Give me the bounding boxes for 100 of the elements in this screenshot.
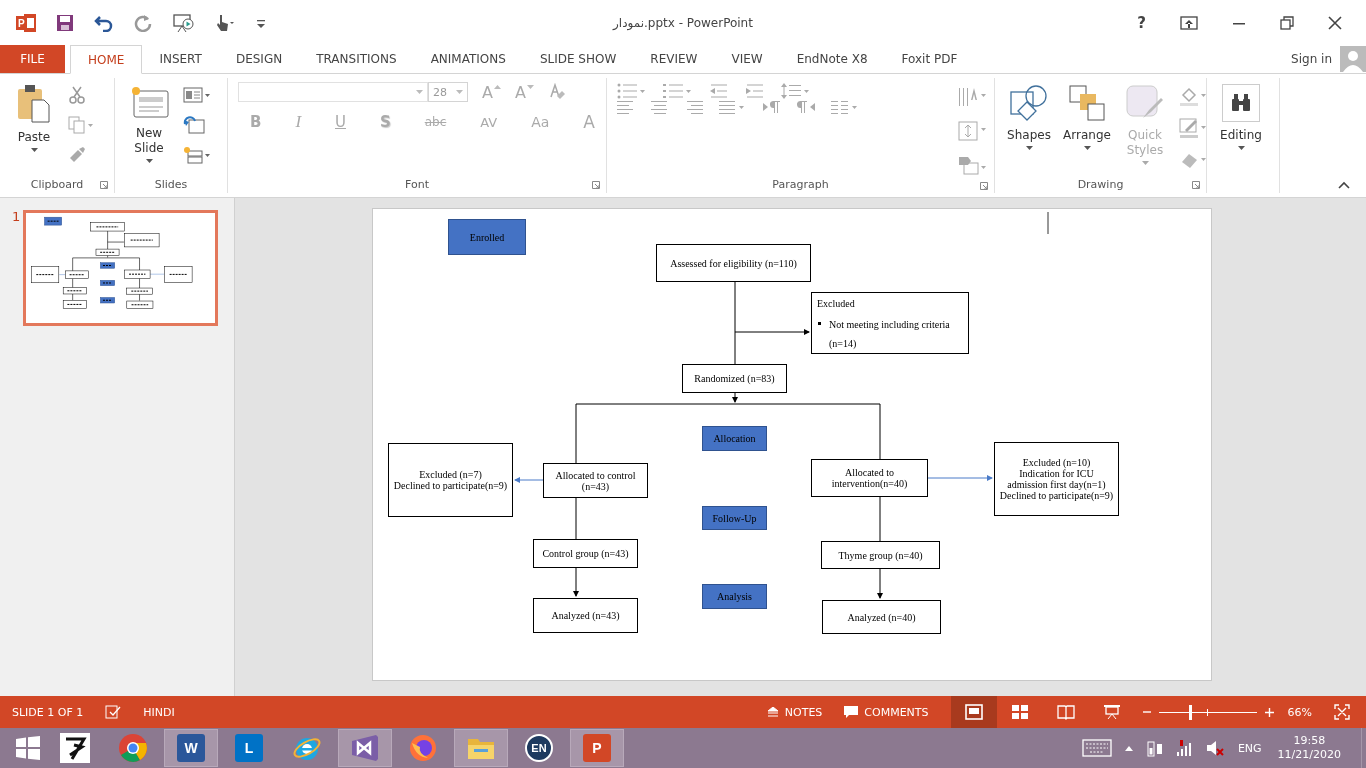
- slider-thumb[interactable]: [1188, 704, 1192, 720]
- logo-letter: P: [18, 17, 25, 29]
- cut-icon[interactable]: [68, 86, 86, 104]
- reset-icon[interactable]: [183, 116, 205, 134]
- ribbon-tab[interactable]: ANIMATIONS: [413, 45, 523, 73]
- shape-fill-icon[interactable]: [1179, 86, 1209, 106]
- zoom-in-icon[interactable]: [1264, 707, 1274, 717]
- firefox-icon: [408, 733, 438, 763]
- clear-formatting-icon[interactable]: [547, 83, 566, 101]
- right-to-left-icon[interactable]: [797, 100, 815, 114]
- collapse-ribbon-icon[interactable]: [1338, 181, 1350, 189]
- line-spacing-icon[interactable]: [781, 82, 811, 100]
- chrome-icon: [118, 733, 148, 763]
- caret-icon: [1083, 146, 1091, 150]
- dialog-launcher-icon[interactable]: [1192, 181, 1200, 189]
- box-text: Excluded (n=7): [419, 469, 482, 480]
- comments-button[interactable]: COMMENTS: [844, 705, 929, 719]
- ribbon-tab[interactable]: SLIDE SHOW: [522, 45, 634, 73]
- dialog-launcher-icon[interactable]: [100, 181, 108, 189]
- arrange-button[interactable]: Arrange: [1063, 82, 1111, 152]
- notes-button[interactable]: NOTES: [766, 705, 823, 719]
- align-icon[interactable]: [651, 100, 669, 114]
- taskbar-app[interactable]: L: [222, 729, 276, 767]
- input-language[interactable]: ENG: [1237, 741, 1262, 755]
- dialog-launcher-icon[interactable]: [592, 181, 600, 189]
- copy-icon[interactable]: [68, 116, 94, 134]
- sign-in-link[interactable]: Sign in: [1291, 52, 1332, 66]
- fit-to-window-icon[interactable]: [1334, 704, 1350, 720]
- ribbon-tab[interactable]: VIEW: [714, 45, 780, 73]
- undo-icon[interactable]: [94, 13, 114, 32]
- ribbon-tab[interactable]: REVIEW: [633, 45, 715, 73]
- align-icon[interactable]: [685, 100, 703, 114]
- close-icon[interactable]: [1328, 15, 1342, 30]
- bullet-item: Not meeting including criteria (n=14): [817, 315, 964, 353]
- clock-date[interactable]: 11/21/2020: [1277, 748, 1341, 762]
- spell-check-icon[interactable]: [105, 705, 122, 719]
- redo-icon[interactable]: [134, 13, 152, 32]
- slide-thumbnail[interactable]: [23, 210, 219, 326]
- align-text-icon[interactable]: [958, 120, 988, 142]
- show-hidden-icons-icon[interactable]: [1123, 744, 1134, 752]
- volume-muted-icon[interactable]: [1205, 739, 1224, 757]
- box-text: Control group (n=43): [542, 548, 629, 559]
- language-indicator[interactable]: HINDI: [143, 705, 175, 719]
- shape-outline-icon[interactable]: [1179, 118, 1209, 138]
- presentation-icon[interactable]: [172, 12, 194, 33]
- format-painter-icon[interactable]: [68, 146, 86, 164]
- clock-time[interactable]: 19:58: [1293, 734, 1326, 748]
- zoom-out-icon[interactable]: [1142, 708, 1151, 716]
- justify-icon[interactable]: [719, 100, 747, 114]
- text-direction-icon[interactable]: [958, 86, 988, 108]
- box-text: Allocated to intervention(n=40): [830, 467, 909, 489]
- box-text: Allocated to control (n=43): [554, 469, 637, 492]
- taskbar-app[interactable]: P: [570, 729, 624, 767]
- save-icon[interactable]: [56, 13, 74, 32]
- network-icon[interactable]: [1175, 739, 1194, 757]
- box-text: Enrolled: [469, 231, 505, 243]
- box-text: Indication for ICU admission first day(n=1): [1006, 468, 1107, 490]
- group-label: Clipboard: [30, 177, 84, 191]
- numbering-icon[interactable]: [663, 83, 693, 99]
- app-icon: W: [177, 734, 205, 762]
- ribbon-tab[interactable]: Foxit PDF: [884, 45, 975, 73]
- windows-start-icon[interactable]: [16, 736, 40, 760]
- shapes-button[interactable]: Shapes: [1005, 82, 1053, 152]
- keyboard-icon[interactable]: [1081, 739, 1112, 757]
- taskbar-app[interactable]: W: [164, 729, 218, 767]
- new-slide-button[interactable]: New Slide: [125, 82, 173, 165]
- app-icon: [60, 733, 90, 763]
- decrease-indent-icon[interactable]: [709, 83, 729, 99]
- help-button[interactable]: ?: [1137, 13, 1146, 32]
- new-slide-icon: [129, 84, 169, 120]
- dialog-launcher-icon[interactable]: [980, 182, 988, 190]
- caret-icon: [1237, 146, 1245, 150]
- section-icon[interactable]: [183, 146, 211, 164]
- touch-mode-icon[interactable]: [214, 12, 236, 33]
- battery-icon[interactable]: [1145, 738, 1164, 758]
- layout-icon[interactable]: [183, 86, 211, 104]
- paste-button[interactable]: Paste: [10, 82, 58, 154]
- notes-icon: [766, 707, 779, 717]
- editing-button[interactable]: Editing: [1217, 82, 1265, 152]
- ribbon-tab[interactable]: DESIGN: [218, 45, 300, 73]
- box-text: Analyzed (n=43): [551, 610, 620, 621]
- smartart-icon[interactable]: [958, 154, 988, 176]
- ribbon-tab[interactable]: INSERT: [142, 45, 219, 73]
- ribbon-tab[interactable]: TRANSITIONS: [299, 45, 414, 73]
- zoom-level[interactable]: 66%: [1287, 705, 1312, 719]
- taskbar-app[interactable]: EN: [512, 729, 566, 767]
- box-text: Follow-Up: [712, 512, 757, 524]
- user-avatar-icon[interactable]: [1340, 46, 1366, 72]
- box-text: Randomized (n=83): [694, 373, 775, 384]
- group-label: Drawing: [1077, 177, 1124, 191]
- ribbon-tab[interactable]: HOME: [70, 45, 143, 74]
- restore-icon[interactable]: [1280, 15, 1294, 30]
- normal-view-button[interactable]: [950, 696, 997, 728]
- ribbon-tab[interactable]: EndNote X8: [779, 45, 885, 73]
- grid-icon: [1010, 704, 1029, 720]
- align-icon[interactable]: [617, 100, 635, 114]
- file-tab[interactable]: FILE: [0, 45, 65, 73]
- ribbon-display-options-icon[interactable]: [1180, 15, 1198, 30]
- left-to-right-icon[interactable]: [763, 100, 781, 114]
- increase-indent-icon[interactable]: [745, 83, 765, 99]
